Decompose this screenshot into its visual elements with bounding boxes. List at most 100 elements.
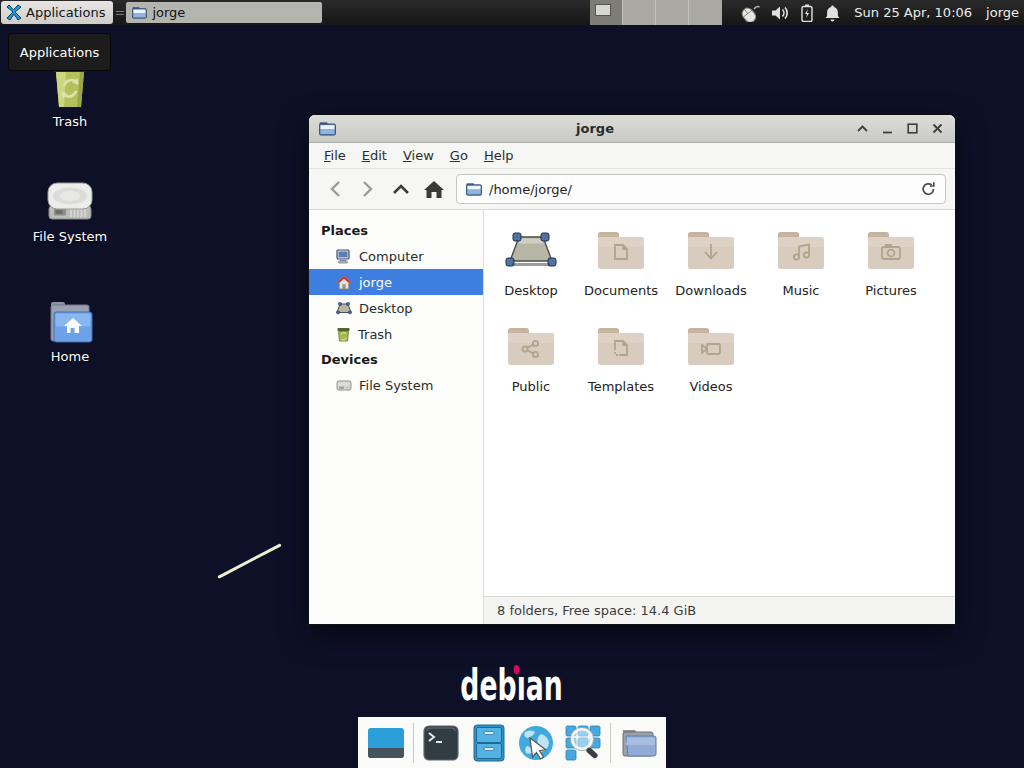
show-desktop-icon xyxy=(367,724,405,762)
file-item-label: Downloads xyxy=(675,283,746,298)
taskbar-window-label: jorge xyxy=(152,5,185,20)
file-item-label: Templates xyxy=(588,379,654,394)
file-item-label: Music xyxy=(783,283,820,298)
file-item-public[interactable]: Public xyxy=(486,318,576,414)
desktop-icon-home[interactable]: Home xyxy=(15,288,125,364)
path-text[interactable]: /home/jorge/ xyxy=(489,182,914,197)
mouse-icon[interactable] xyxy=(736,4,760,22)
minimize-button[interactable] xyxy=(879,121,895,137)
folder-icon xyxy=(132,6,147,19)
folder-icon xyxy=(466,182,482,196)
sidebar-item-desktop[interactable]: Desktop xyxy=(309,295,483,321)
applications-menu-button[interactable]: Applications xyxy=(1,1,113,24)
menubar: File Edit View Go Help xyxy=(309,143,955,169)
home-icon xyxy=(336,275,352,290)
panel-username[interactable]: jorge xyxy=(986,5,1019,20)
folder-documents-icon xyxy=(597,230,645,270)
drive-icon xyxy=(336,379,352,392)
computer-icon xyxy=(336,249,352,264)
file-item-documents[interactable]: Documents xyxy=(576,222,666,318)
desktop-icon-label: Home xyxy=(15,349,125,364)
file-item-desktop[interactable]: Desktop xyxy=(486,222,576,318)
dock-terminal[interactable] xyxy=(422,723,461,763)
folder-videos-icon xyxy=(687,326,735,366)
window-title: jorge xyxy=(336,121,854,136)
folder-templates-icon xyxy=(597,326,645,366)
battery-icon[interactable] xyxy=(801,4,813,22)
back-button[interactable] xyxy=(318,174,351,204)
reload-icon[interactable] xyxy=(921,181,936,197)
sidebar-item-label: Computer xyxy=(359,249,424,264)
close-button[interactable] xyxy=(929,121,945,137)
workspace-3[interactable] xyxy=(656,0,689,25)
file-item-label: Pictures xyxy=(865,283,916,298)
sidebar-item-trash[interactable]: Trash xyxy=(309,321,483,347)
maximize-button[interactable] xyxy=(904,121,920,137)
menu-view[interactable]: View xyxy=(395,148,442,163)
file-item-pictures[interactable]: Pictures xyxy=(846,222,936,318)
file-item-downloads[interactable]: Downloads xyxy=(666,222,756,318)
file-item-label: Documents xyxy=(584,283,658,298)
dock-file-cabinet[interactable] xyxy=(469,723,508,763)
dock-separator xyxy=(413,723,414,763)
workspace-4[interactable] xyxy=(689,0,722,25)
file-item-label: Public xyxy=(512,379,550,394)
file-item-videos[interactable]: Videos xyxy=(666,318,756,414)
sidebar-header-places: Places xyxy=(309,218,483,243)
tasklist-handle[interactable] xyxy=(116,4,124,21)
folder-pictures-icon xyxy=(867,230,915,270)
desktop-icon-label: File System xyxy=(15,229,125,244)
desktop-icon xyxy=(336,301,352,315)
statusbar-text: 8 folders, Free space: 14.4 GiB xyxy=(497,603,696,618)
workspace-2[interactable] xyxy=(623,0,656,25)
file-manager-window: jorge File Edit View Go Help xyxy=(308,114,956,625)
web-browser-icon xyxy=(517,724,555,762)
window-titlebar[interactable]: jorge xyxy=(309,115,955,143)
cursor-trail-line xyxy=(217,543,281,579)
file-item-label: Videos xyxy=(689,379,732,394)
panel-clock[interactable]: Sun 25 Apr, 10:06 xyxy=(854,5,972,20)
toolbar: /home/jorge/ xyxy=(309,169,955,210)
path-bar[interactable]: /home/jorge/ xyxy=(456,174,946,204)
dock-web-browser[interactable] xyxy=(516,723,555,763)
menu-help[interactable]: Help xyxy=(476,148,522,163)
sidebar-header-devices: Devices xyxy=(309,347,483,372)
desktop-icon-filesystem[interactable]: File System xyxy=(15,168,125,244)
app-finder-icon xyxy=(564,724,602,762)
file-cabinet-icon xyxy=(472,724,506,762)
sidebar-item-computer[interactable]: Computer xyxy=(309,243,483,269)
workspace-pager[interactable] xyxy=(590,0,722,25)
system-tray xyxy=(736,4,841,22)
sidebar-item-filesystem[interactable]: File System xyxy=(309,372,483,398)
top-panel: Applications jorge xyxy=(0,0,1024,25)
applications-menu-label: Applications xyxy=(26,5,105,20)
applications-tooltip: Applications xyxy=(8,33,111,71)
menu-edit[interactable]: Edit xyxy=(354,148,395,163)
wallpaper-debian-logo: debıan xyxy=(0,660,1024,710)
forward-button[interactable] xyxy=(351,174,384,204)
dock-show-desktop[interactable] xyxy=(366,723,405,763)
file-item-templates[interactable]: Templates xyxy=(576,318,666,414)
trash-icon xyxy=(336,327,351,342)
dock-file-manager[interactable] xyxy=(619,723,658,763)
shade-button[interactable] xyxy=(854,121,870,137)
window-folder-icon xyxy=(319,121,336,136)
sidebar-item-label: Desktop xyxy=(359,301,413,316)
up-button[interactable] xyxy=(384,174,417,204)
home-button[interactable] xyxy=(417,174,450,204)
file-view[interactable]: Desktop Documents xyxy=(484,210,955,596)
volume-icon[interactable] xyxy=(771,5,790,21)
sidebar-item-jorge[interactable]: jorge xyxy=(309,269,483,295)
dock-app-finder[interactable] xyxy=(563,723,602,763)
taskbar-window-button[interactable]: jorge xyxy=(126,2,322,23)
sidebar-item-label: jorge xyxy=(359,275,392,290)
desktop-icon xyxy=(504,231,558,269)
sidebar: Places Computer jorge xyxy=(309,210,484,624)
notification-bell-icon[interactable] xyxy=(824,4,841,22)
file-item-music[interactable]: Music xyxy=(756,222,846,318)
workspace-1[interactable] xyxy=(590,0,623,25)
file-item-label: Desktop xyxy=(504,283,558,298)
menu-file[interactable]: File xyxy=(316,148,354,163)
menu-go[interactable]: Go xyxy=(442,148,476,163)
sidebar-item-label: Trash xyxy=(358,327,392,342)
